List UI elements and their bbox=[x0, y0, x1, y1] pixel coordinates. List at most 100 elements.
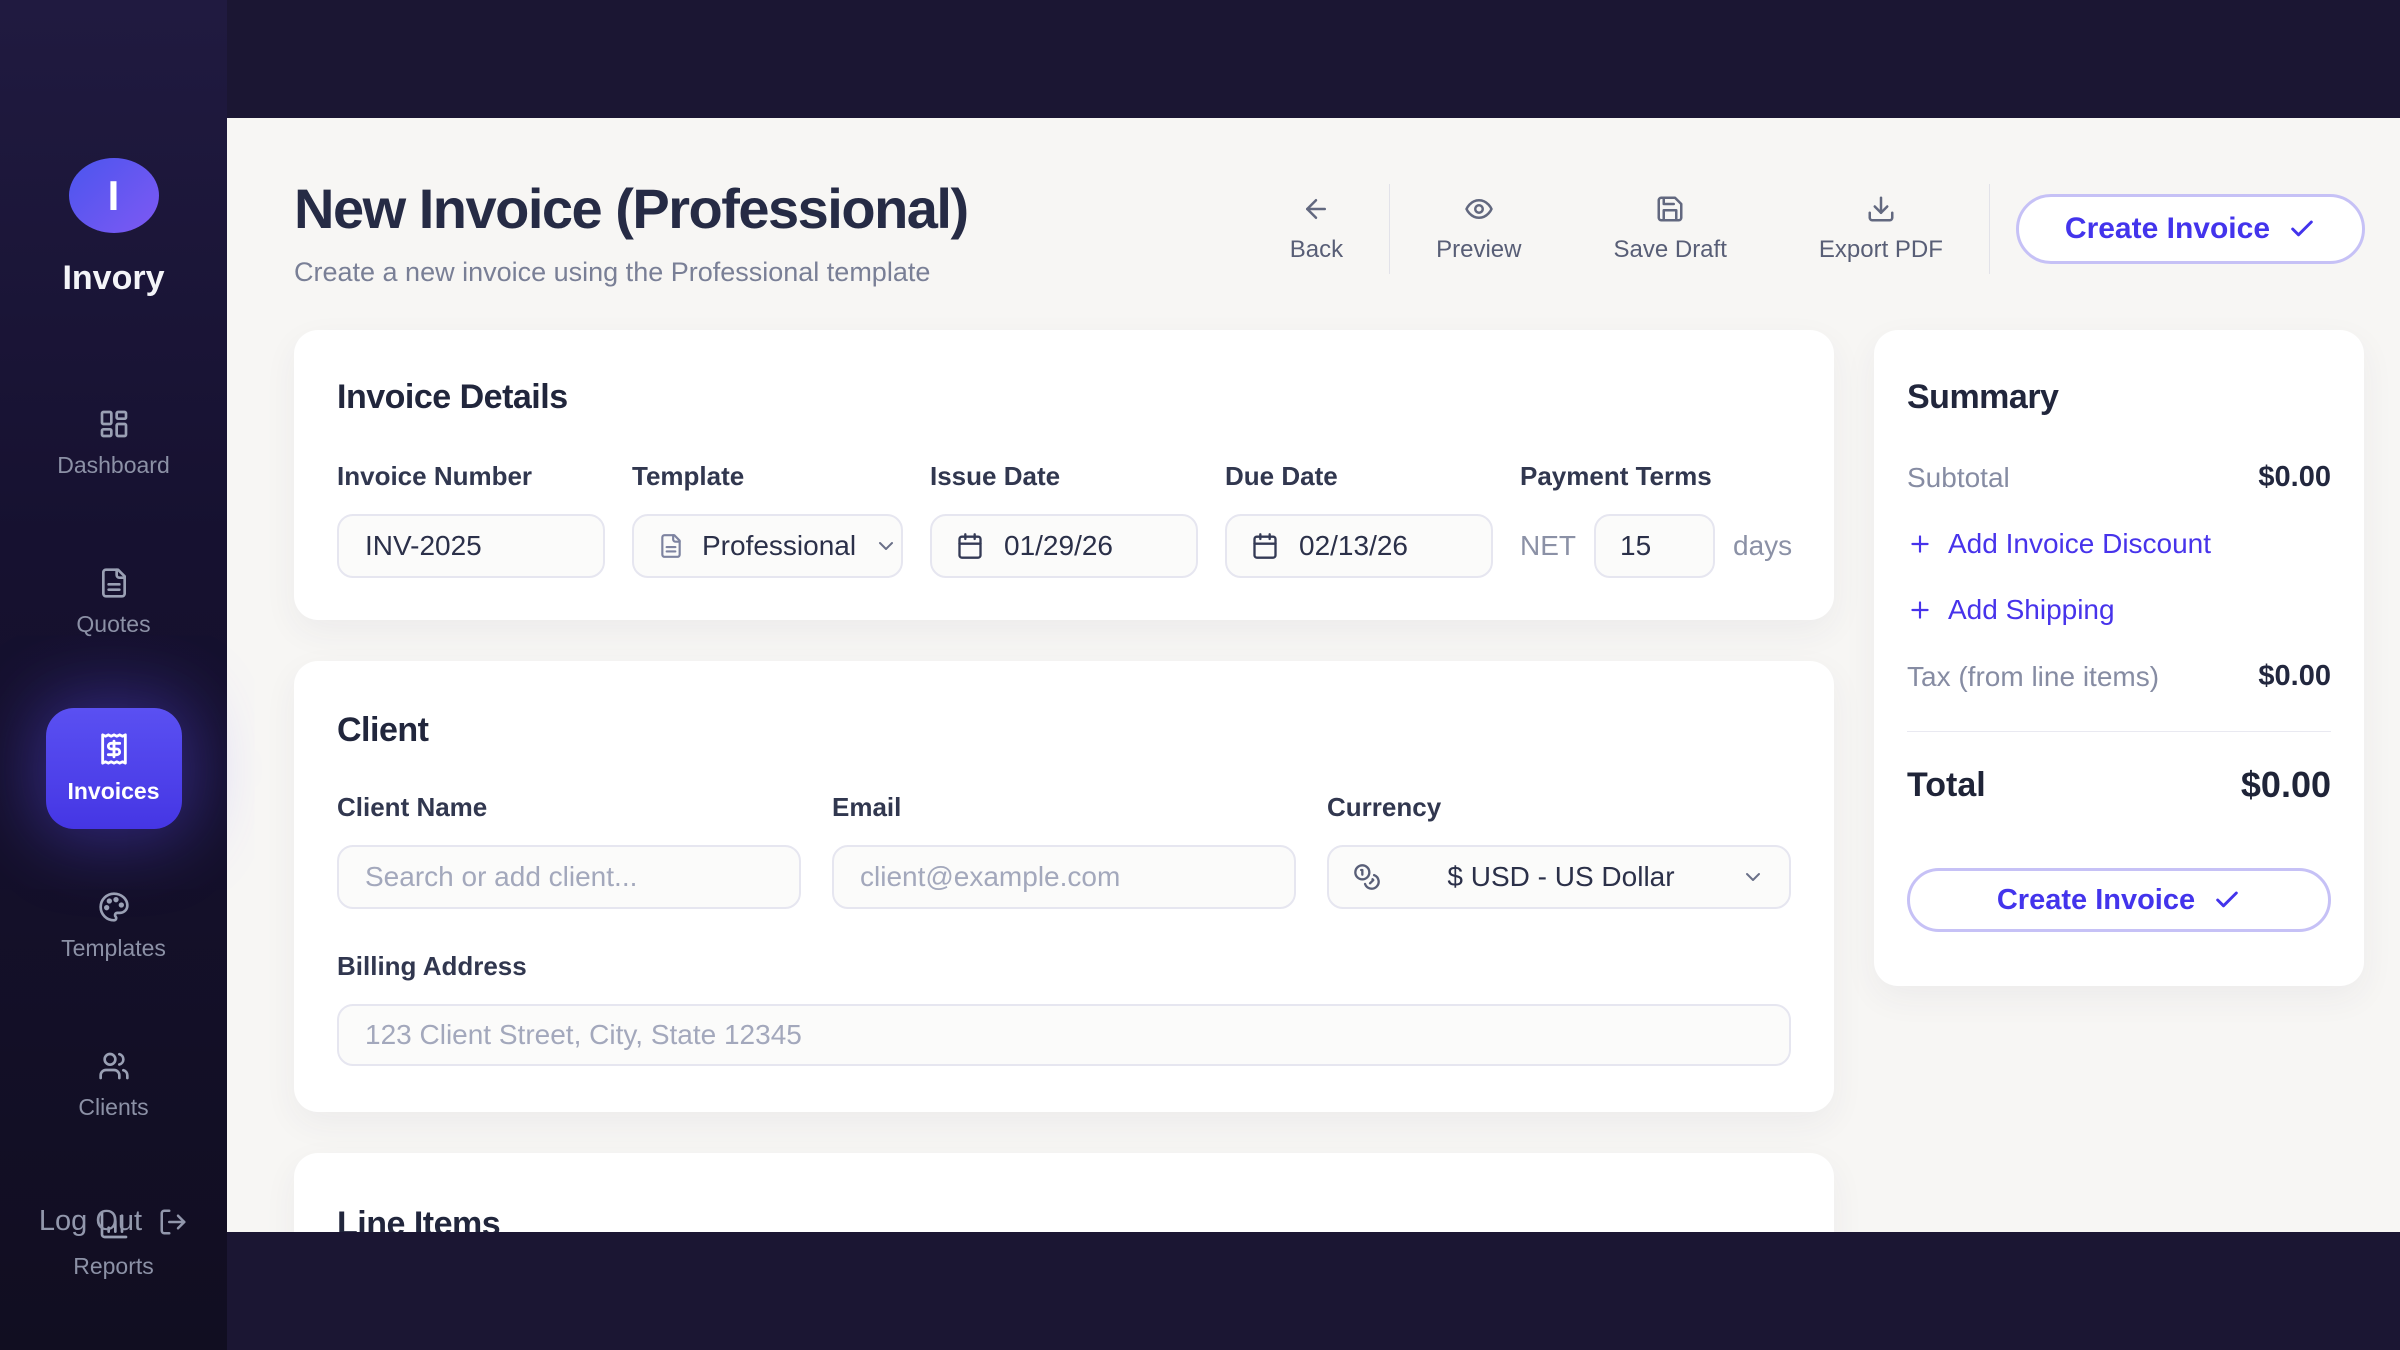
download-icon bbox=[1866, 194, 1896, 224]
due-date-picker[interactable]: 02/13/26 bbox=[1225, 514, 1493, 578]
sidebar-item-label: Invoices bbox=[67, 778, 159, 805]
plus-icon bbox=[1907, 531, 1933, 557]
sidebar-item-label: Templates bbox=[61, 935, 166, 962]
template-value: Professional bbox=[702, 530, 856, 562]
currency-select[interactable]: $ USD - US Dollar bbox=[1327, 845, 1791, 909]
main-content: New Invoice (Professional) Create a new … bbox=[227, 118, 2400, 1232]
invoice-details-card: Invoice Details Invoice Number Template bbox=[294, 330, 1834, 620]
invoices-receipt-icon bbox=[97, 732, 131, 766]
sidebar-item-invoices[interactable]: Invoices bbox=[46, 708, 182, 829]
chevron-down-icon bbox=[1741, 865, 1765, 889]
client-name-label: Client Name bbox=[337, 792, 801, 823]
line-items-heading: Line Items bbox=[337, 1205, 1791, 1232]
email-label: Email bbox=[832, 792, 1296, 823]
chevron-down-icon bbox=[874, 534, 898, 558]
dashboard-grid-icon bbox=[98, 408, 130, 440]
issue-date-label: Issue Date bbox=[930, 461, 1198, 492]
sidebar-item-templates[interactable]: Templates bbox=[36, 873, 192, 980]
eye-icon bbox=[1464, 194, 1494, 224]
client-name-field: Client Name bbox=[337, 792, 801, 909]
currency-field: Currency $ USD - US Dollar bbox=[1327, 792, 1791, 909]
template-label: Template bbox=[632, 461, 903, 492]
sidebar-item-label: Dashboard bbox=[57, 452, 170, 479]
invoice-number-label: Invoice Number bbox=[337, 461, 605, 492]
total-label: Total bbox=[1907, 766, 1986, 805]
email-field: Email bbox=[832, 792, 1296, 909]
calendar-icon bbox=[1251, 532, 1279, 560]
add-shipping-label: Add Shipping bbox=[1948, 594, 2115, 626]
templates-palette-icon bbox=[98, 891, 130, 923]
preview-label: Preview bbox=[1436, 236, 1521, 264]
tax-value: $0.00 bbox=[2258, 660, 2331, 693]
payment-terms-field: Payment Terms NET days bbox=[1520, 461, 1792, 578]
total-row: Total $0.00 bbox=[1907, 764, 2331, 806]
sidebar-item-label: Clients bbox=[78, 1094, 148, 1121]
sidebar-item-dashboard[interactable]: Dashboard bbox=[36, 390, 192, 497]
save-icon bbox=[1655, 194, 1685, 224]
plus-icon bbox=[1907, 597, 1933, 623]
preview-button[interactable]: Preview bbox=[1390, 194, 1567, 264]
check-icon bbox=[2213, 886, 2241, 914]
subtotal-label: Subtotal bbox=[1907, 462, 2010, 494]
create-invoice-button-header[interactable]: Create Invoice bbox=[2016, 194, 2365, 264]
billing-address-label: Billing Address bbox=[337, 951, 1791, 982]
check-icon bbox=[2288, 215, 2316, 243]
file-text-icon bbox=[658, 533, 684, 559]
due-date-label: Due Date bbox=[1225, 461, 1493, 492]
tax-row: Tax (from line items) $0.00 bbox=[1907, 660, 2331, 693]
create-invoice-button-summary[interactable]: Create Invoice bbox=[1907, 868, 2331, 932]
email-input[interactable] bbox=[832, 845, 1296, 909]
logout-button[interactable]: Log Out bbox=[39, 1205, 188, 1238]
client-fields: Client Name Email Currency bbox=[337, 792, 1791, 909]
toolbar-divider bbox=[1989, 184, 1990, 274]
due-date-value: 02/13/26 bbox=[1299, 530, 1408, 562]
issue-date-picker[interactable]: 01/29/26 bbox=[930, 514, 1198, 578]
payment-terms-label: Payment Terms bbox=[1520, 461, 1792, 492]
app-window: I Invory Dashboard Quotes Invoices bbox=[0, 0, 2400, 1350]
payment-terms-input[interactable] bbox=[1594, 514, 1715, 578]
logout-label: Log Out bbox=[39, 1205, 142, 1238]
content-layout: Invoice Details Invoice Number Template bbox=[294, 330, 2365, 1232]
add-invoice-discount-link[interactable]: Add Invoice Discount bbox=[1907, 528, 2331, 560]
add-shipping-link[interactable]: Add Shipping bbox=[1907, 594, 2331, 626]
currency-value: $ USD - US Dollar bbox=[1399, 861, 1723, 893]
save-draft-button[interactable]: Save Draft bbox=[1567, 194, 1772, 264]
export-pdf-button[interactable]: Export PDF bbox=[1773, 194, 1989, 264]
create-invoice-label: Create Invoice bbox=[2065, 212, 2270, 246]
client-heading: Client bbox=[337, 711, 1791, 750]
sidebar-item-label: Quotes bbox=[76, 611, 150, 638]
total-value: $0.00 bbox=[2241, 764, 2331, 806]
page-header: New Invoice (Professional) Create a new … bbox=[294, 176, 2365, 288]
header-toolbar: Back Preview Save Draft bbox=[1244, 184, 2365, 274]
client-name-input[interactable] bbox=[337, 845, 801, 909]
save-draft-label: Save Draft bbox=[1613, 236, 1726, 264]
page-titles: New Invoice (Professional) Create a new … bbox=[294, 176, 968, 288]
export-pdf-label: Export PDF bbox=[1819, 236, 1943, 264]
quotes-document-icon bbox=[98, 567, 130, 599]
subtotal-value: $0.00 bbox=[2258, 461, 2331, 494]
form-column: Invoice Details Invoice Number Template bbox=[294, 330, 1834, 1232]
invoice-number-field: Invoice Number bbox=[337, 461, 605, 578]
back-label: Back bbox=[1290, 236, 1343, 264]
template-select[interactable]: Professional bbox=[632, 514, 903, 578]
summary-divider bbox=[1907, 731, 2331, 732]
brand-logo: I bbox=[69, 158, 159, 233]
client-card: Client Client Name Email Currency bbox=[294, 661, 1834, 1112]
create-invoice-label: Create Invoice bbox=[1997, 884, 2195, 917]
sidebar-item-clients[interactable]: Clients bbox=[36, 1032, 192, 1139]
due-date-field: Due Date 02/13/26 bbox=[1225, 461, 1493, 578]
summary-heading: Summary bbox=[1907, 378, 2331, 417]
tax-label: Tax (from line items) bbox=[1907, 661, 2159, 693]
billing-address-field: Billing Address bbox=[337, 951, 1791, 1066]
back-button[interactable]: Back bbox=[1244, 194, 1389, 264]
brand-initial: I bbox=[108, 172, 120, 220]
subtotal-row: Subtotal $0.00 bbox=[1907, 461, 2331, 494]
invoice-number-input[interactable] bbox=[337, 514, 605, 578]
page-subtitle: Create a new invoice using the Professio… bbox=[294, 257, 968, 288]
sidebar-item-quotes[interactable]: Quotes bbox=[36, 549, 192, 656]
billing-address-input[interactable] bbox=[337, 1004, 1791, 1066]
sidebar: I Invory Dashboard Quotes Invoices bbox=[0, 0, 227, 1350]
issue-date-field: Issue Date 01/29/26 bbox=[930, 461, 1198, 578]
net-prefix: NET bbox=[1520, 530, 1576, 562]
template-field: Template Professional bbox=[632, 461, 903, 578]
